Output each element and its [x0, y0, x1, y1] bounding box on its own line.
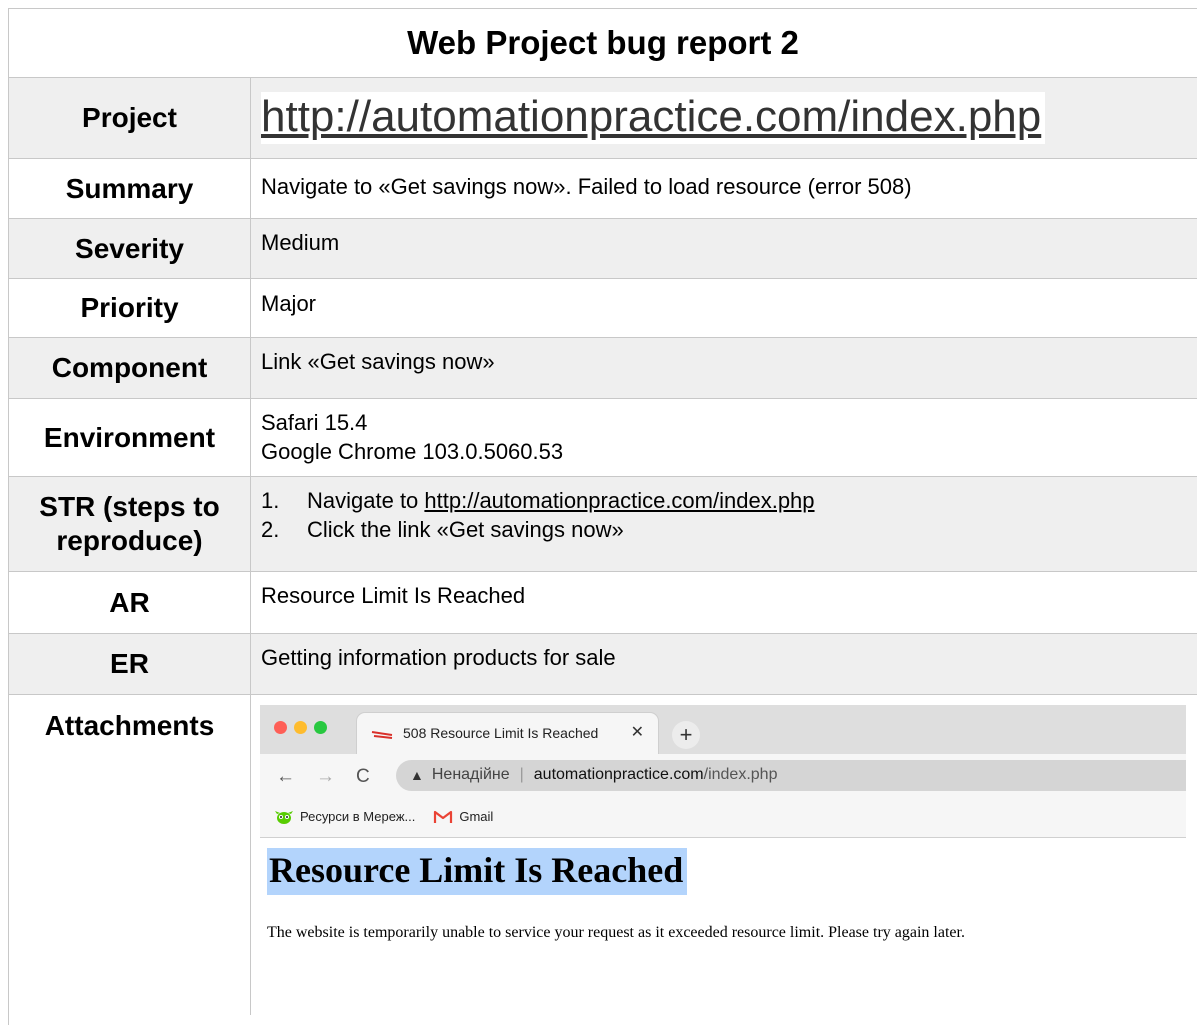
row-er: ER Getting information products for sale	[9, 634, 1197, 695]
step-item: 2. Click the link «Get savings now»	[261, 516, 1197, 545]
browser-toolbar: ← → C ▲ Ненадійне | automationpractice.c…	[260, 754, 1186, 798]
environment-value: Safari 15.4 Google Chrome 103.0.5060.53	[251, 399, 1197, 476]
duolingo-owl-icon	[275, 811, 293, 825]
gmail-icon	[434, 811, 453, 824]
priority-label: Priority	[9, 279, 251, 337]
project-value: http://automationpractice.com/index.php	[251, 78, 1197, 158]
steps-list: 1. Navigate to http://automationpractice…	[261, 487, 1197, 544]
row-project: Project http://automationpractice.com/in…	[9, 78, 1197, 159]
bookmark-item[interactable]: Ресурси в Мереж...	[274, 809, 415, 826]
priority-value: Major	[261, 291, 317, 316]
summary-value: Navigate to «Get savings now». Failed to…	[261, 174, 912, 199]
browser-tab-bar: 508 Resource Limit Is Reached ✕ +	[260, 705, 1186, 754]
browser-screenshot: 508 Resource Limit Is Reached ✕ + ← → C …	[260, 705, 1186, 1005]
bookmark-label: Ресурси в Мереж...	[300, 809, 416, 825]
row-ar: AR Resource Limit Is Reached	[9, 572, 1197, 634]
attachments-value: 508 Resource Limit Is Reached ✕ + ← → C …	[251, 695, 1197, 1015]
bookmarks-bar: Ресурси в Мереж... Gmail	[260, 798, 1186, 838]
er-label: ER	[9, 634, 251, 694]
tab-close-icon[interactable]: ✕	[631, 723, 644, 744]
address-host: automationpractice.com	[533, 766, 704, 784]
component-value: Link «Get savings now»	[261, 349, 495, 374]
step-text-prefix: Navigate to	[307, 488, 425, 513]
address-path: /index.php	[703, 766, 778, 784]
er-value: Getting information products for sale	[261, 645, 616, 670]
forward-arrow-icon[interactable]: →	[316, 765, 335, 790]
reload-icon[interactable]: C	[356, 765, 370, 790]
row-summary: Summary Navigate to «Get savings now». F…	[9, 159, 1197, 219]
bookmark-item[interactable]: Gmail	[433, 809, 493, 826]
error-heading: Resource Limit Is Reached	[267, 848, 688, 896]
security-status[interactable]: Ненадійне	[432, 765, 510, 786]
environment-line: Safari 15.4	[261, 410, 368, 435]
error-message: The website is temporarily unable to ser…	[267, 924, 965, 942]
step-text: Click the link «Get savings now»	[307, 516, 624, 542]
row-priority: Priority Major	[9, 279, 1197, 338]
step-number: 1.	[261, 488, 280, 513]
environment-line: Google Chrome 103.0.5060.53	[261, 438, 564, 464]
zoom-window-icon[interactable]	[314, 721, 327, 734]
row-environment: Environment Safari 15.4 Google Chrome 10…	[9, 399, 1197, 477]
attachments-label: Attachments	[9, 695, 251, 1015]
row-attachments: Attachments 508 Resource Limit Is Reache…	[9, 695, 1197, 1015]
step-item: 1. Navigate to http://automationpractice…	[261, 487, 1197, 516]
bug-report-table: Web Project bug report 2 Project http://…	[8, 8, 1197, 1025]
row-severity: Severity Medium	[9, 219, 1197, 279]
back-arrow-icon[interactable]: ←	[276, 765, 295, 790]
address-bar[interactable]: ▲ Ненадійне | automationpractice.com/ind…	[396, 760, 1186, 791]
site-favicon-icon	[371, 730, 393, 739]
ar-label: AR	[9, 572, 251, 633]
row-component: Component Link «Get savings now»	[9, 338, 1197, 399]
row-str: STR (steps to reproduce) 1. Navigate to …	[9, 477, 1197, 572]
new-tab-button[interactable]: +	[672, 721, 700, 749]
summary-label: Summary	[9, 159, 251, 218]
bookmark-label: Gmail	[459, 809, 494, 825]
address-separator: |	[519, 766, 524, 784]
component-label: Component	[9, 338, 251, 398]
step-number: 2.	[261, 516, 280, 542]
str-label: STR (steps to reproduce)	[9, 477, 251, 571]
minimize-window-icon[interactable]	[294, 721, 307, 734]
project-label: Project	[9, 78, 251, 158]
severity-value: Medium	[261, 230, 340, 255]
close-window-icon[interactable]	[274, 721, 287, 734]
severity-label: Severity	[9, 219, 251, 278]
step-text: Navigate to http://automationpractice.co…	[307, 487, 815, 516]
environment-label: Environment	[9, 399, 251, 476]
warning-icon: ▲	[410, 767, 424, 784]
browser-page-content: Resource Limit Is Reached The website is…	[260, 838, 1186, 944]
tab-title: 508 Resource Limit Is Reached	[403, 725, 599, 742]
step-link[interactable]: http://automationpractice.com/index.php	[424, 488, 814, 513]
ar-value: Resource Limit Is Reached	[261, 583, 526, 608]
str-value: 1. Navigate to http://automationpractice…	[251, 477, 1197, 571]
project-link[interactable]: http://automationpractice.com/index.php	[261, 91, 1046, 145]
report-title: Web Project bug report 2	[9, 9, 1197, 78]
browser-tab[interactable]: 508 Resource Limit Is Reached ✕	[356, 712, 659, 754]
